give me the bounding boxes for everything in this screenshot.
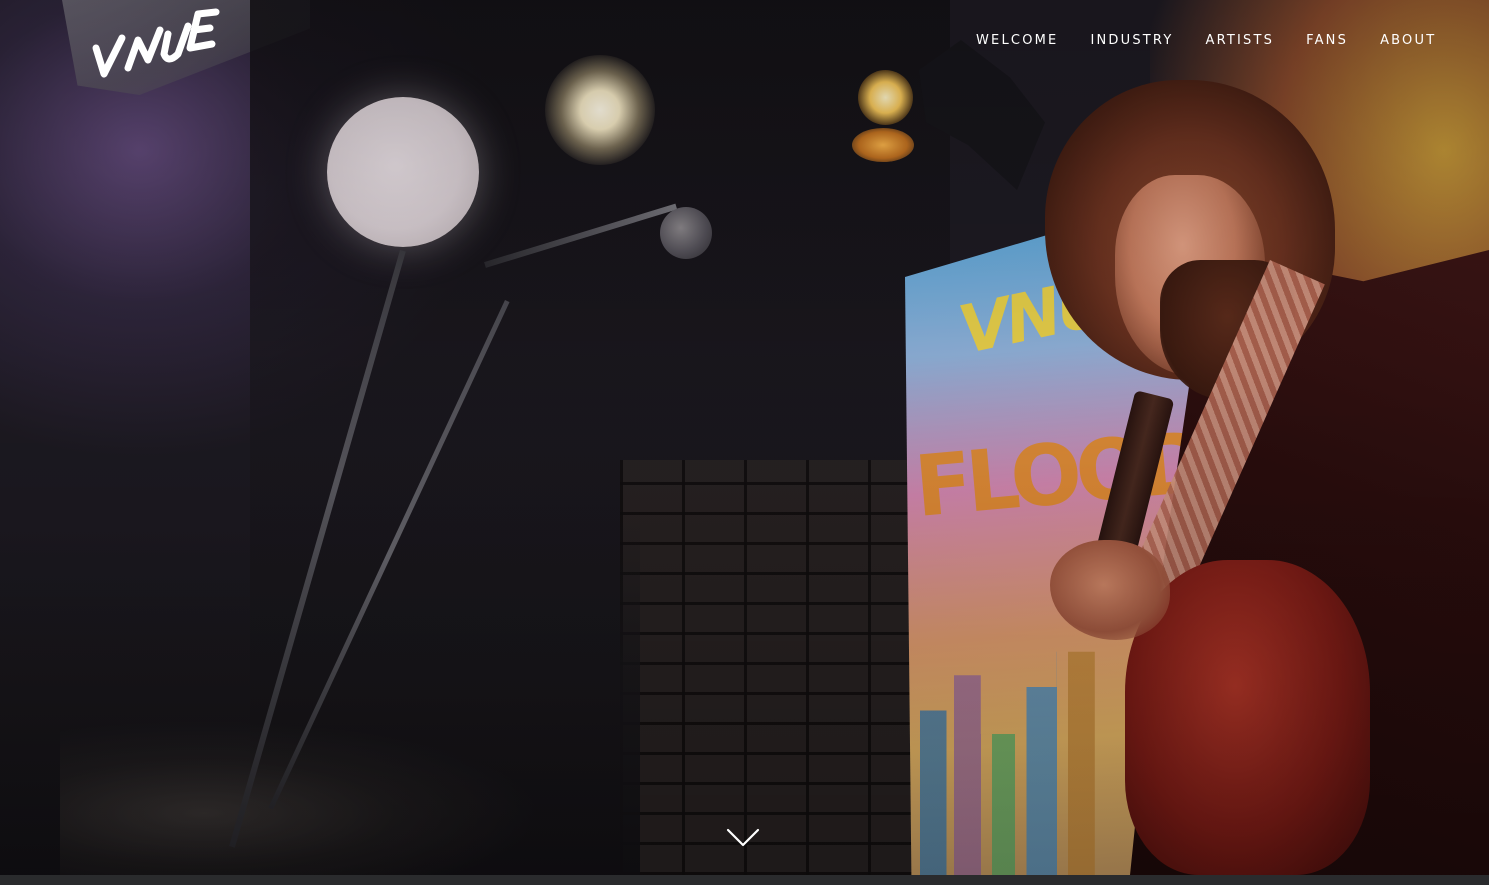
performer-hair (1045, 80, 1335, 380)
venue-floor (0, 520, 640, 875)
stage-warm-light (1150, 0, 1489, 500)
hero-vignette (0, 0, 1489, 875)
guitar-neck (1089, 390, 1175, 585)
banner-logo-flood: FLOOD (910, 412, 1209, 536)
main-nav: WELCOME INDUSTRY ARTISTS FANS ABOUT (960, 33, 1452, 49)
spotlight-amber (858, 70, 913, 125)
performer-face (1115, 175, 1265, 375)
stage-banner (905, 225, 1225, 875)
spotlight (545, 55, 655, 165)
scroll-down-button[interactable] (725, 826, 761, 850)
light-rig (919, 40, 1045, 190)
bottom-strip (0, 875, 1489, 885)
nav-item-fans[interactable]: FANS (1290, 33, 1364, 49)
performer-beard (1160, 260, 1295, 400)
nav-item-artists[interactable]: ARTISTS (1189, 33, 1290, 49)
performer-hand (1050, 540, 1170, 640)
hero-background: VNUE FLOOD WELCOME INDUSTRY ARTISTS FANS… (0, 0, 1489, 875)
performer-body (1130, 250, 1489, 875)
mic-stand (229, 250, 406, 848)
mic-boom (484, 203, 678, 268)
chevron-down-icon (726, 828, 760, 847)
crowd (60, 720, 540, 875)
banner-logo-vnue: VNUE (952, 254, 1154, 370)
guitar-strap (1115, 260, 1325, 632)
mic-stand-leg (268, 300, 510, 810)
nav-item-about[interactable]: ABOUT (1364, 33, 1452, 49)
globe-light (327, 97, 479, 247)
nav-item-industry[interactable]: INDUSTRY (1074, 33, 1189, 49)
vnue-logo-icon (92, 8, 220, 78)
stage-shadow (250, 0, 950, 875)
guitar-body (1125, 560, 1370, 875)
vnue-logo[interactable] (88, 4, 250, 82)
brick-wall (620, 460, 920, 875)
spotlight-amber-lower (852, 128, 914, 162)
microphone (660, 207, 712, 259)
nav-item-welcome[interactable]: WELCOME (960, 33, 1074, 49)
stage-light-glow (0, 0, 500, 460)
banner-city-illustration (920, 651, 1095, 875)
